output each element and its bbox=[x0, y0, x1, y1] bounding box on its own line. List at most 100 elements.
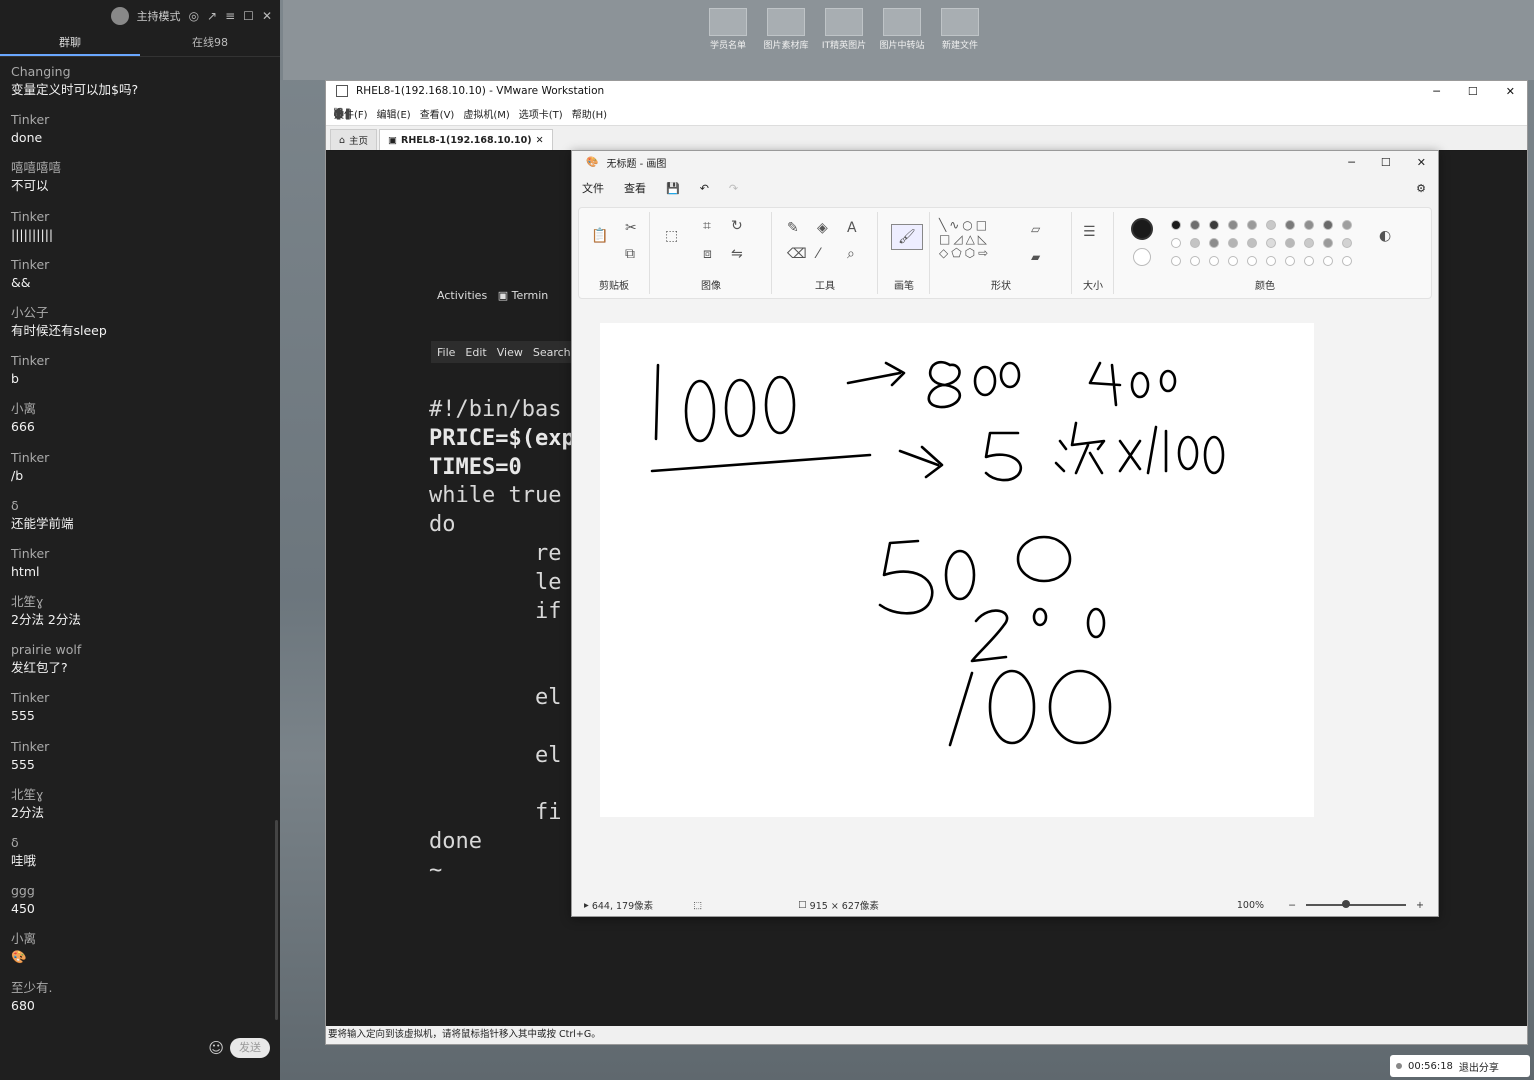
desktop-icon[interactable]: 学员名单 bbox=[700, 8, 756, 52]
palette-swatch[interactable] bbox=[1190, 238, 1200, 248]
line-size-icon[interactable]: ☰ bbox=[1083, 224, 1096, 240]
zoom-out-icon[interactable]: − bbox=[1288, 900, 1296, 911]
palette-swatch[interactable] bbox=[1247, 238, 1257, 248]
secondary-color-swatch[interactable] bbox=[1133, 248, 1151, 266]
exit-share-button[interactable]: 退出分享 bbox=[1459, 1059, 1499, 1074]
palette-swatch[interactable] bbox=[1209, 220, 1219, 230]
resize-icon[interactable]: ⧈ bbox=[703, 246, 712, 262]
fill-icon[interactable]: ◈ bbox=[817, 220, 828, 236]
zoom-slider-thumb[interactable] bbox=[1342, 900, 1351, 908]
desktop-icon[interactable]: 图片素材库 bbox=[758, 8, 814, 52]
palette-swatch-empty[interactable] bbox=[1209, 256, 1219, 266]
menu-tabs[interactable]: 选项卡(T) bbox=[519, 106, 563, 121]
flip-icon[interactable]: ⇋ bbox=[731, 246, 743, 262]
paste-icon[interactable]: 📋 bbox=[591, 228, 608, 244]
palette-swatch[interactable] bbox=[1304, 238, 1314, 248]
terminal-menu-search[interactable]: Search bbox=[533, 346, 571, 359]
save-icon[interactable]: 💾 bbox=[666, 182, 680, 195]
palette-swatch[interactable] bbox=[1228, 238, 1238, 248]
terminal-app-label[interactable]: Termin bbox=[512, 289, 549, 302]
palette-swatch-empty[interactable] bbox=[1266, 256, 1276, 266]
palette-swatch-empty[interactable] bbox=[1285, 256, 1295, 266]
close-icon[interactable]: ✕ bbox=[1506, 85, 1515, 98]
palette-swatch-empty[interactable] bbox=[1171, 256, 1181, 266]
palette-swatch-empty[interactable] bbox=[1304, 256, 1314, 266]
edit-colors-icon[interactable]: ◐ bbox=[1379, 228, 1391, 244]
menu-edit[interactable]: 编辑(E) bbox=[377, 106, 411, 121]
rotate-icon[interactable]: ↻ bbox=[731, 218, 743, 234]
maximize-icon[interactable]: ☐ bbox=[1381, 156, 1391, 169]
palette-swatch[interactable] bbox=[1323, 220, 1333, 230]
undo-icon[interactable]: ↶ bbox=[700, 182, 709, 195]
emoji-icon[interactable]: ☺ bbox=[208, 1039, 224, 1057]
tab-home[interactable]: ⌂ 主页 bbox=[330, 129, 378, 150]
terminal-code[interactable]: #!/bin/bas PRICE=$(exp TIMES=0 while true do… bbox=[429, 396, 575, 886]
palette-swatch[interactable] bbox=[1247, 220, 1257, 230]
desktop-icon[interactable]: 新建文件 bbox=[932, 8, 988, 52]
tab-group-chat[interactable]: 群聊 bbox=[0, 32, 140, 56]
fill-shape-icon[interactable]: ▰ bbox=[1031, 250, 1040, 264]
chat-scrollbar[interactable] bbox=[275, 820, 278, 1020]
terminal-menu-file[interactable]: File bbox=[437, 346, 455, 359]
outline-icon[interactable]: ▱ bbox=[1031, 222, 1040, 236]
maximize-icon[interactable]: ☐ bbox=[243, 9, 254, 23]
maximize-icon[interactable]: ☐ bbox=[1468, 85, 1478, 98]
magnifier-icon[interactable]: ⌕ bbox=[847, 246, 855, 262]
send-button[interactable]: 发送 bbox=[230, 1038, 270, 1058]
palette-swatch[interactable] bbox=[1190, 220, 1200, 230]
terminal-menu-view[interactable]: View bbox=[497, 346, 523, 359]
paint-menu-file[interactable]: 文件 bbox=[582, 180, 604, 196]
menu-vm[interactable]: 虚拟机(M) bbox=[463, 106, 509, 121]
terminal-menu-edit[interactable]: Edit bbox=[465, 346, 486, 359]
crop-icon[interactable]: ⌗ bbox=[703, 218, 711, 234]
redo-icon[interactable]: ↷ bbox=[729, 182, 738, 195]
close-icon[interactable]: ✕ bbox=[1417, 156, 1426, 169]
menu-icon[interactable]: ≡ bbox=[225, 9, 235, 23]
copy-icon[interactable]: ⧉ bbox=[625, 246, 635, 262]
minimize-icon[interactable]: ─ bbox=[1433, 85, 1440, 98]
popout-icon[interactable]: ↗ bbox=[207, 9, 217, 23]
menu-view[interactable]: 查看(V) bbox=[420, 106, 455, 121]
palette-swatch-empty[interactable] bbox=[1342, 256, 1352, 266]
palette-swatch[interactable] bbox=[1171, 238, 1181, 248]
color-picker-icon[interactable]: ⁄ bbox=[817, 246, 819, 262]
palette-swatch[interactable] bbox=[1304, 220, 1314, 230]
palette-swatch-empty[interactable] bbox=[1247, 256, 1257, 266]
palette-swatch[interactable] bbox=[1171, 220, 1181, 230]
minimize-icon[interactable]: ─ bbox=[1348, 156, 1355, 169]
cut-icon[interactable]: ✂ bbox=[625, 220, 637, 236]
primary-color-swatch[interactable] bbox=[1131, 218, 1153, 240]
settings-icon[interactable]: ◎ bbox=[189, 9, 199, 23]
drawing-canvas[interactable] bbox=[600, 323, 1314, 817]
palette-swatch-empty[interactable] bbox=[1228, 256, 1238, 266]
close-icon[interactable]: ✕ bbox=[262, 9, 272, 23]
paint-menu-view[interactable]: 查看 bbox=[624, 180, 646, 196]
palette-swatch[interactable] bbox=[1342, 220, 1352, 230]
stretch-icon[interactable]: ⤢ bbox=[334, 106, 343, 120]
eraser-icon[interactable]: ⌫ bbox=[787, 246, 807, 262]
zoom-slider[interactable] bbox=[1306, 900, 1407, 908]
text-icon[interactable]: A bbox=[847, 220, 857, 236]
shapes-gallery-icon[interactable]: ╲∿○□ □◿△◺ ◇⬠⬡⇨ bbox=[939, 218, 991, 260]
tab-vm[interactable]: ▣ RHEL8-1(192.168.10.10) ✕ bbox=[379, 129, 553, 150]
activities-button[interactable]: Activities bbox=[437, 289, 487, 302]
tab-close-icon[interactable]: ✕ bbox=[536, 135, 544, 146]
settings-icon[interactable]: ⚙ bbox=[1416, 182, 1426, 195]
palette-swatch[interactable] bbox=[1209, 238, 1219, 248]
palette-swatch-empty[interactable] bbox=[1323, 256, 1333, 266]
palette-swatch[interactable] bbox=[1285, 238, 1295, 248]
palette-swatch[interactable] bbox=[1266, 220, 1276, 230]
desktop-icon[interactable]: 图片中转站 bbox=[874, 8, 930, 52]
palette-swatch-empty[interactable] bbox=[1190, 256, 1200, 266]
pencil-icon[interactable]: ✎ bbox=[787, 220, 799, 236]
menu-help[interactable]: 帮助(H) bbox=[572, 106, 607, 121]
palette-swatch[interactable] bbox=[1228, 220, 1238, 230]
palette-swatch[interactable] bbox=[1323, 238, 1333, 248]
tab-online[interactable]: 在线98 bbox=[140, 32, 280, 56]
palette-swatch[interactable] bbox=[1266, 238, 1276, 248]
palette-swatch[interactable] bbox=[1285, 220, 1295, 230]
brush-icon[interactable]: 🖌 bbox=[891, 224, 923, 250]
zoom-in-icon[interactable]: + bbox=[1416, 900, 1424, 911]
desktop-icon[interactable]: IT精英图片 bbox=[816, 8, 872, 52]
palette-swatch[interactable] bbox=[1342, 238, 1352, 248]
